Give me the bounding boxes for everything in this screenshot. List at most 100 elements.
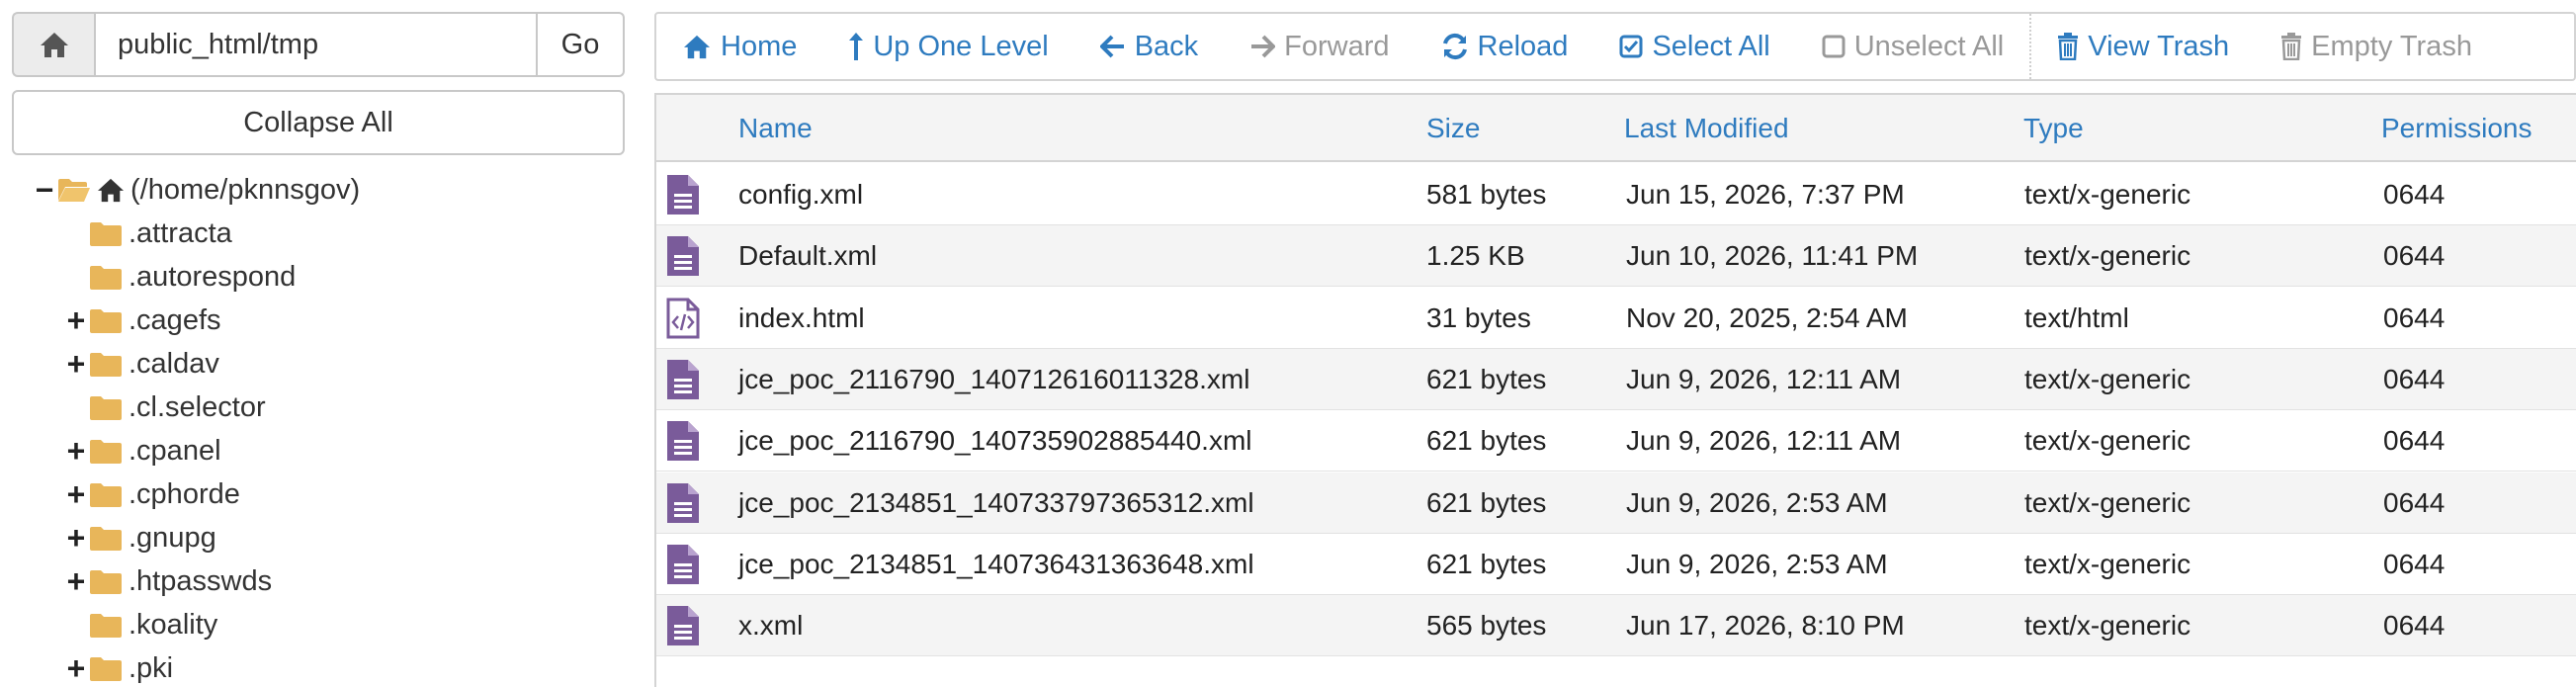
file-manager: Go Collapse All − (/home/pknnsgov) .attr… (0, 0, 2576, 687)
last-modified-cell: Jun 9, 2026, 12:11 AM (1626, 363, 1902, 394)
checked-box-icon (1619, 35, 1643, 58)
permissions-cell: 0644 (2383, 240, 2446, 272)
folder-icon (90, 483, 122, 507)
tree-item[interactable]: .attracta (63, 214, 232, 253)
collapse-all-button[interactable]: Collapse All (12, 90, 625, 155)
expand-toggle-icon[interactable]: + (63, 648, 89, 687)
tree-item[interactable]: + .htpasswds (63, 561, 272, 601)
path-bar: Go (12, 12, 625, 77)
text-file-icon (667, 606, 699, 646)
last-modified-cell: Nov 20, 2025, 2:54 AM (1626, 301, 1908, 333)
tree-item-label: .koality (129, 609, 218, 641)
open-folder-icon (58, 179, 90, 202)
toolbar: Home Up One Level Back Forward Reload Se… (654, 12, 2576, 81)
go-button[interactable]: Go (538, 12, 625, 77)
folder-icon (90, 396, 122, 420)
home-directory-button[interactable] (12, 12, 94, 77)
text-file-icon (667, 236, 699, 277)
tree-item[interactable]: + .cagefs (63, 301, 221, 340)
file-size-cell: 621 bytes (1426, 548, 1547, 579)
tree-item-label: .caldav (129, 348, 219, 380)
unselect-all-button[interactable]: Unselect All (1796, 14, 2030, 79)
up-one-level-label: Up One Level (873, 30, 1049, 62)
select-all-button[interactable]: Select All (1593, 14, 1795, 79)
code-file-icon (666, 298, 700, 339)
last-modified-cell: Jun 9, 2026, 2:53 AM (1626, 486, 1888, 518)
file-size-cell: 621 bytes (1426, 486, 1547, 518)
file-size-cell: 581 bytes (1426, 179, 1547, 210)
folder-icon (90, 353, 122, 377)
folder-icon (90, 222, 122, 246)
file-type-cell: text/x-generic (2024, 425, 2191, 457)
file-type-cell: text/x-generic (2024, 548, 2191, 579)
permissions-cell: 0644 (2383, 548, 2446, 579)
tree-item-label: .cphorde (129, 478, 240, 510)
tree-item-label: .attracta (129, 217, 232, 249)
tree-item-label: .htpasswds (129, 565, 273, 597)
table-row[interactable]: config.xml 581 bytes Jun 15, 2026, 7:37 PM… (656, 164, 2576, 225)
tree-item[interactable]: + .gnupg (63, 518, 216, 558)
home-button[interactable]: Home (656, 14, 822, 79)
expand-toggle-icon[interactable]: + (63, 561, 89, 601)
forward-button[interactable]: Forward (1224, 14, 1415, 79)
path-input[interactable] (94, 12, 538, 77)
tree-item[interactable]: + .pki (63, 648, 173, 687)
back-button[interactable]: Back (1074, 14, 1224, 79)
level-up-icon (849, 33, 864, 60)
expand-toggle-icon[interactable]: + (63, 518, 89, 558)
view-trash-button[interactable]: View Trash (2031, 14, 2255, 79)
expand-toggle-icon[interactable]: + (63, 301, 89, 340)
tree-item[interactable]: + .caldav (63, 344, 219, 384)
table-row[interactable]: x.xml 565 bytes Jun 17, 2026, 8:10 PM text/… (656, 595, 2576, 657)
file-name-cell: index.html (738, 301, 865, 333)
file-name-cell: jce_poc_2116790_140735902885440.xml (738, 425, 1252, 457)
column-header-size[interactable]: Size (1426, 95, 1480, 162)
expand-toggle-icon[interactable]: + (63, 344, 89, 384)
folder-icon (90, 309, 122, 333)
column-header-type[interactable]: Type (2023, 95, 2084, 162)
expand-toggle-icon[interactable]: + (63, 474, 89, 514)
file-name-cell: jce_poc_2116790_140712616011328.xml (738, 363, 1250, 394)
column-header-last-modified[interactable]: Last Modified (1624, 95, 1789, 162)
file-size-cell: 1.25 KB (1426, 240, 1525, 272)
collapse-toggle-icon[interactable]: − (32, 170, 57, 210)
folder-icon (90, 440, 122, 464)
table-row[interactable]: jce_poc_2134851_140736431363648.xml 621 b… (656, 534, 2576, 595)
table-row[interactable]: index.html 31 bytes Nov 20, 2025, 2:54 AM t… (656, 288, 2576, 349)
file-size-cell: 621 bytes (1426, 425, 1547, 457)
file-type-cell: text/x-generic (2024, 610, 2191, 642)
tree-item[interactable]: .autorespond (63, 257, 296, 297)
empty-trash-button[interactable]: Empty Trash (2255, 14, 2498, 79)
file-type-cell: text/x-generic (2024, 240, 2191, 272)
home-label: Home (721, 30, 798, 62)
table-row[interactable]: jce_poc_2134851_140733797365312.xml 621 b… (656, 472, 2576, 534)
permissions-cell: 0644 (2383, 179, 2446, 210)
text-file-icon (667, 421, 699, 462)
permissions-cell: 0644 (2383, 363, 2446, 394)
tree-item[interactable]: + .cphorde (63, 474, 240, 514)
reload-label: Reload (1477, 30, 1569, 62)
unselect-all-label: Unselect All (1853, 30, 2005, 62)
column-header-permissions[interactable]: Permissions (2381, 95, 2532, 162)
tree-item[interactable]: + .cpanel (63, 431, 221, 471)
file-size-cell: 31 bytes (1426, 301, 1531, 333)
last-modified-cell: Jun 10, 2026, 11:41 PM (1626, 240, 1919, 272)
tree-item-label: .cagefs (129, 304, 221, 336)
table-row[interactable]: Default.xml 1.25 KB Jun 10, 2026, 11:41 PM… (656, 225, 2576, 288)
file-type-cell: text/html (2024, 301, 2129, 333)
file-type-cell: text/x-generic (2024, 486, 2191, 518)
folder-icon (90, 570, 122, 594)
column-header-name[interactable]: Name (738, 95, 813, 162)
file-size-cell: 621 bytes (1426, 363, 1547, 394)
tree-item[interactable]: .cl.selector (63, 387, 266, 427)
last-modified-cell: Jun 15, 2026, 7:37 PM (1626, 179, 1905, 210)
expand-toggle-icon[interactable]: + (63, 431, 89, 471)
file-table: Name Size Last Modified Type Permissions… (654, 93, 2576, 687)
table-row[interactable]: jce_poc_2116790_140712616011328.xml 621 b… (656, 348, 2576, 410)
reload-button[interactable]: Reload (1416, 14, 1594, 79)
tree-root[interactable]: − (/home/pknnsgov) (32, 170, 360, 210)
up-one-level-button[interactable]: Up One Level (822, 14, 1073, 79)
tree-item[interactable]: .koality (63, 605, 217, 644)
table-row[interactable]: jce_poc_2116790_140735902885440.xml 621 b… (656, 410, 2576, 472)
text-file-icon (667, 544, 699, 584)
